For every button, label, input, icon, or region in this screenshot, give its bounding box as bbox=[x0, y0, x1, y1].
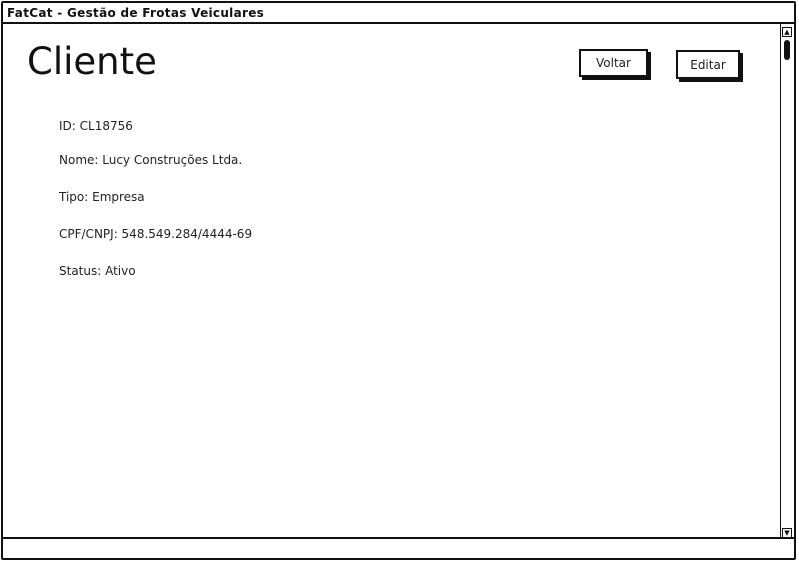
client-id: ID: CL18756 bbox=[59, 119, 133, 133]
app-window: FatCat - Gestão de Frotas Veiculares Cli… bbox=[1, 1, 796, 560]
client-name: Nome: Lucy Construções Ltda. bbox=[59, 153, 243, 167]
client-status: Status: Ativo bbox=[59, 264, 136, 278]
main-content: Cliente Voltar Editar ID: CL18756 Nome: … bbox=[3, 24, 784, 539]
scroll-thumb[interactable] bbox=[784, 40, 790, 60]
page-title: Cliente bbox=[27, 40, 157, 83]
status-bar bbox=[3, 537, 794, 558]
edit-button[interactable]: Editar bbox=[676, 50, 740, 79]
back-button[interactable]: Voltar bbox=[579, 49, 648, 77]
client-document: CPF/CNPJ: 548.549.284/4444-69 bbox=[59, 227, 253, 241]
vertical-scrollbar[interactable]: ▲ ▼ bbox=[780, 24, 794, 539]
client-type: Tipo: Empresa bbox=[59, 190, 145, 204]
window-title: FatCat - Gestão de Frotas Veiculares bbox=[7, 6, 265, 20]
title-bar: FatCat - Gestão de Frotas Veiculares bbox=[3, 3, 794, 24]
scroll-up-icon[interactable]: ▲ bbox=[782, 27, 792, 37]
